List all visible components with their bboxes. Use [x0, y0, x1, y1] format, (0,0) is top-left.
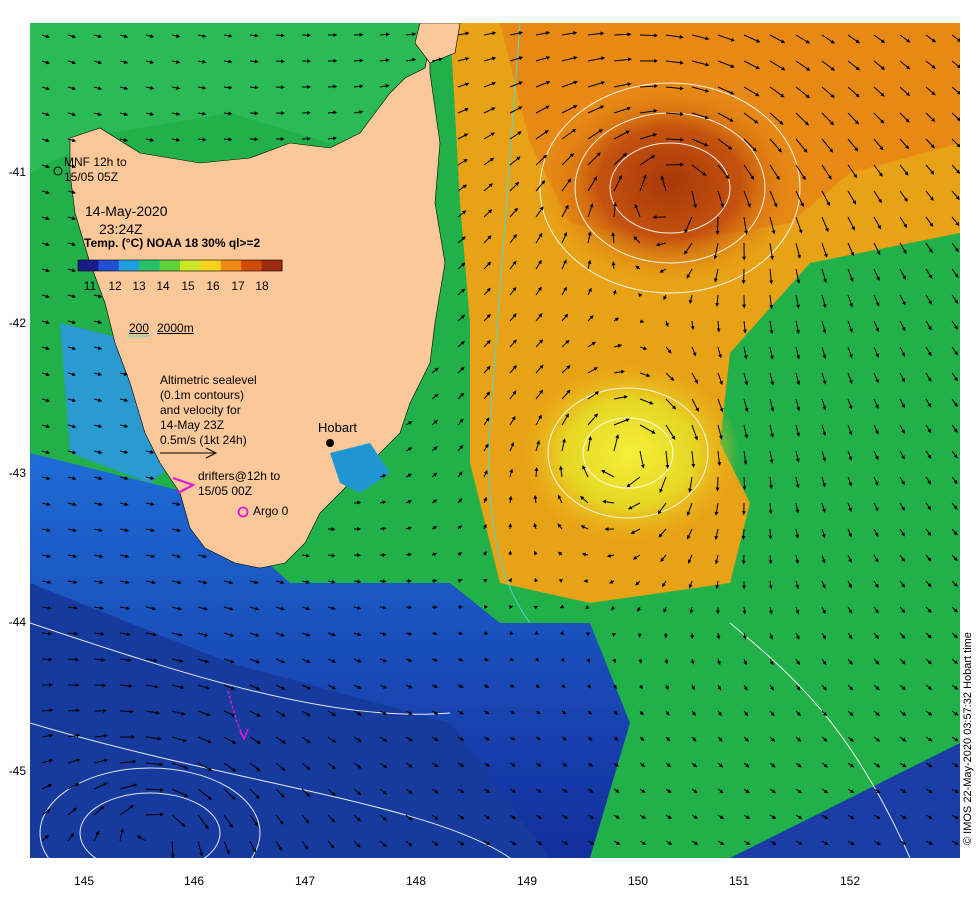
velocity-vector [716, 632, 721, 640]
colorbar-tick-18: 18 [255, 279, 269, 293]
colorbar-tick-14: 14 [156, 279, 170, 293]
velocity-vector [768, 528, 773, 540]
colorbar-tick-13: 13 [132, 279, 146, 293]
velocity-vector [327, 553, 336, 558]
altimetry-line-4: 14-May 23Z [160, 418, 225, 432]
velocity-vector [119, 709, 134, 714]
velocity-vector [768, 554, 773, 565]
x-tick-label: 149 [516, 874, 538, 888]
velocity-vector [715, 476, 720, 492]
velocity-vector [249, 59, 259, 64]
temperature-colorbar [77, 259, 283, 272]
colorbar-tick-11: 11 [83, 279, 97, 293]
velocity-vector [715, 216, 720, 235]
colorbar-segment [118, 260, 140, 271]
colorbar-segment [241, 260, 263, 271]
x-tick-label: 145 [73, 874, 95, 888]
colorbar-segment [200, 260, 222, 271]
mnf-label-line1: MNF 12h to [64, 155, 127, 169]
y-tick-label: -41 [8, 165, 26, 179]
velocity-vector [379, 32, 390, 37]
drifters-line-1: drifters@12h to [198, 469, 281, 483]
altimetry-line-3: and velocity for [160, 403, 241, 417]
velocity-vector [508, 577, 512, 583]
velocity-vector [741, 528, 746, 540]
colorbar-tick-15: 15 [181, 279, 195, 293]
velocity-vector [67, 708, 81, 713]
velocity-vector [145, 812, 164, 817]
velocity-vector [67, 657, 79, 662]
bathy-label-2000: 2000m [157, 321, 194, 335]
altimetry-line-5: 0.5m/s (1kt 24h) [160, 433, 247, 447]
velocity-vector [353, 500, 362, 505]
y-tick-label: -44 [8, 615, 26, 629]
velocity-vector [534, 467, 539, 478]
colorbar-segment [180, 260, 201, 271]
mnf-label-line2: 15/05 05Z [64, 170, 119, 184]
velocity-vector [275, 33, 285, 38]
altimetry-line-2: (0.1m contours) [160, 388, 245, 402]
colorbar-segment [261, 260, 283, 271]
hobart-label: Hobart [318, 420, 358, 435]
velocity-vector [665, 137, 684, 142]
velocity-vector [742, 606, 747, 615]
colorbar-segment [98, 260, 120, 271]
colorbar-segment [159, 260, 181, 271]
velocity-vector [457, 631, 464, 636]
x-tick-label: 152 [839, 874, 861, 888]
velocity-vector [405, 552, 413, 557]
sensor-label: Temp. (°C) NOAA 18 30% ql>=2 [84, 236, 261, 250]
colorbar-tick-17: 17 [231, 279, 245, 293]
drifters-line-2: 15/05 00Z [198, 484, 253, 498]
colorbar-tick-12: 12 [108, 279, 122, 293]
velocity-vector [638, 658, 643, 664]
map-date: 14-May-2020 [85, 203, 168, 219]
velocity-vector [379, 526, 387, 531]
velocity-vector [223, 111, 233, 116]
bathy-label-200: 200 [129, 321, 150, 335]
warm-eddy-south [520, 363, 740, 543]
y-tick-label: -43 [8, 466, 26, 480]
velocity-vector [665, 162, 684, 167]
velocity-vector [638, 293, 643, 298]
velocity-vector [249, 85, 259, 90]
x-tick-label: 148 [405, 874, 427, 888]
velocity-vector [639, 33, 658, 38]
imos-credit: © IMOS 22-May-2020 03:57:32 Hobart time [962, 632, 974, 845]
argo-label: Argo 0 [253, 504, 289, 518]
colorbar-segment [78, 260, 99, 271]
velocity-vector [559, 631, 564, 636]
altimetry-line-1: Altimetric sealevel [160, 373, 257, 387]
velocity-vector [405, 605, 413, 610]
y-tick-label: -45 [8, 764, 26, 778]
velocity-vector [41, 657, 53, 662]
velocity-vector [613, 32, 632, 37]
x-tick-label: 150 [627, 874, 649, 888]
velocity-vector [353, 58, 364, 63]
velocity-vector [611, 261, 616, 270]
x-tick-label: 147 [294, 874, 316, 888]
y-tick-label: -42 [8, 316, 26, 330]
colorbar-tick-16: 16 [206, 279, 220, 293]
velocity-vector [327, 84, 338, 89]
x-tick-label: 151 [728, 874, 750, 888]
velocity-vector [534, 630, 539, 635]
velocity-vector [223, 137, 233, 142]
velocity-vector [509, 631, 514, 635]
map-time: 23:24Z [99, 221, 143, 237]
velocity-vector [327, 110, 338, 115]
hobart-marker [326, 439, 334, 447]
colorbar-segment [139, 260, 161, 271]
velocity-vector [742, 476, 747, 491]
colorbar-segment [220, 260, 242, 271]
x-tick-label: 146 [183, 874, 205, 888]
velocity-vector [483, 631, 489, 636]
velocity-vector [558, 579, 564, 583]
